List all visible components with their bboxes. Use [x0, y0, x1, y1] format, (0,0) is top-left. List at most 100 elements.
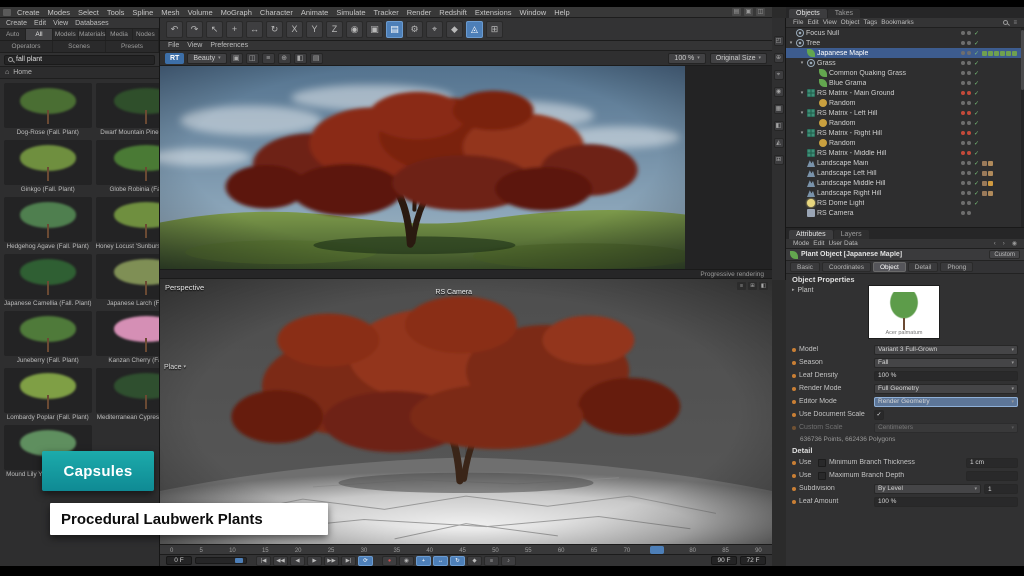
enable-check-icon[interactable]: ✓: [973, 60, 980, 67]
frame-tick[interactable]: 20: [295, 545, 302, 554]
visibility-dots[interactable]: [961, 81, 971, 85]
record-rotation-button[interactable]: ↻: [450, 556, 465, 566]
use-checkbox[interactable]: [818, 472, 826, 480]
asset-item[interactable]: Globe Robinia (Fall. Plant): [95, 139, 160, 194]
asset-tab[interactable]: Media: [106, 29, 132, 40]
object-row[interactable]: Landscape Right Hill ✓: [786, 188, 1024, 198]
asset-item[interactable]: Japanese Camellia (Fall. Plant): [3, 253, 93, 308]
start-frame-field[interactable]: 0 F: [166, 556, 192, 565]
object-row[interactable]: RS Dome Light ✓: [786, 198, 1024, 208]
object-label[interactable]: RS Matrix - Middle Hill: [817, 150, 886, 157]
live-selection-icon[interactable]: ↖: [206, 21, 223, 38]
next-frame-button[interactable]: ▶▶: [324, 556, 339, 566]
rendered-image[interactable]: [160, 66, 685, 269]
object-tags[interactable]: [982, 141, 1022, 146]
expander-icon[interactable]: ▾: [799, 90, 805, 96]
asset-item[interactable]: Ginkgo (Fall. Plant): [3, 139, 93, 194]
pass-dropdown[interactable]: Beauty▾: [187, 53, 226, 64]
visibility-dots[interactable]: [961, 191, 971, 195]
interface-icon[interactable]: ◫: [756, 8, 765, 16]
enable-check-icon[interactable]: ✓: [973, 140, 980, 147]
goto-end-button[interactable]: ▶|: [341, 556, 356, 566]
frame-tick[interactable]: 55: [525, 545, 532, 554]
sound-button[interactable]: ♪: [501, 556, 516, 566]
menu-item[interactable]: Tools: [103, 8, 129, 17]
enable-check-icon[interactable]: ✓: [973, 90, 980, 97]
enable-check-icon[interactable]: ✓: [973, 190, 980, 197]
visibility-dots[interactable]: [961, 161, 971, 165]
object-tags[interactable]: [982, 131, 1022, 136]
snapshot-icon[interactable]: ▣: [230, 53, 243, 64]
menu-item[interactable]: Animate: [297, 8, 333, 17]
object-label[interactable]: Focus Null: [806, 30, 839, 37]
asset-item[interactable]: Japanese Larch (Fall. Plant): [95, 253, 160, 308]
visibility-dots[interactable]: [961, 101, 971, 105]
visibility-dots[interactable]: [961, 91, 971, 95]
asset-subtab[interactable]: Presets: [106, 41, 159, 52]
frame-tick[interactable]: 0: [170, 545, 173, 554]
object-row[interactable]: ▾ Grass ✓: [786, 58, 1024, 68]
object-label[interactable]: Random: [829, 120, 855, 127]
undo-icon[interactable]: ↶: [166, 21, 183, 38]
asset-item[interactable]: Kanzan Cherry (Fall. Plant): [95, 310, 160, 365]
grid-icon[interactable]: ▦: [774, 104, 784, 114]
frame-tick[interactable]: 25: [328, 545, 335, 554]
camera-move-icon[interactable]: ◰: [774, 36, 784, 46]
panel-tab[interactable]: Layers: [834, 230, 869, 239]
display-icon[interactable]: ◭: [774, 138, 784, 148]
attribute-menu-item[interactable]: Mode: [791, 240, 811, 247]
enable-check-icon[interactable]: ✓: [973, 30, 980, 37]
visibility-dots[interactable]: [961, 171, 971, 175]
asset-subtab[interactable]: Operators: [0, 41, 53, 52]
enable-check-icon[interactable]: ✓: [973, 170, 980, 177]
object-label[interactable]: RS Matrix - Right Hill: [817, 130, 882, 137]
frame-tick[interactable]: 60: [558, 545, 565, 554]
enable-check-icon[interactable]: ✓: [973, 50, 980, 57]
menu-item[interactable]: Render: [403, 8, 436, 17]
asset-item[interactable]: Hedgehog Agave (Fall. Plant): [3, 196, 93, 251]
menu-item[interactable]: Volume: [184, 8, 217, 17]
frame-tick[interactable]: 15: [262, 545, 269, 554]
attribute-control[interactable]: Render Geometry▾: [874, 397, 1018, 407]
object-tags[interactable]: [982, 101, 1022, 106]
object-manager-menu-item[interactable]: View: [821, 19, 839, 26]
simulate-icon[interactable]: ◬: [466, 21, 483, 38]
object-tags[interactable]: [982, 111, 1022, 116]
asset-tab[interactable]: All: [26, 29, 52, 40]
attribute-tab[interactable]: Object: [873, 262, 906, 272]
search-icon[interactable]: [1003, 20, 1008, 25]
place-tool-label[interactable]: Place▾: [164, 364, 186, 371]
animation-dot-icon[interactable]: [792, 413, 796, 417]
object-row[interactable]: Blue Grama ✓: [786, 78, 1024, 88]
gpu-icon[interactable]: ▣: [744, 8, 753, 16]
goto-start-button[interactable]: |◀: [256, 556, 271, 566]
enable-check-icon[interactable]: ✓: [973, 130, 980, 137]
frame-tick[interactable]: 90: [755, 545, 762, 554]
attribute-control[interactable]: Fall▾: [874, 358, 1018, 368]
object-label[interactable]: Landscape Main: [817, 160, 868, 167]
object-row[interactable]: Landscape Left Hill ✓: [786, 168, 1024, 178]
frame-tick[interactable]: 85: [722, 545, 729, 554]
object-tags[interactable]: [982, 71, 1022, 76]
menu-item[interactable]: Spline: [128, 8, 157, 17]
loop-button[interactable]: ⟳: [358, 556, 373, 566]
redo-icon[interactable]: ↷: [186, 21, 203, 38]
animation-dot-icon[interactable]: [792, 461, 796, 465]
asset-item[interactable]: Dog-Rose (Fall. Plant): [3, 82, 93, 137]
visibility-dots[interactable]: [961, 181, 971, 185]
viewport-name-label[interactable]: Perspective: [165, 283, 204, 292]
object-row[interactable]: Common Quaking Grass ✓: [786, 68, 1024, 78]
asset-search-input[interactable]: fall plant: [4, 55, 155, 65]
axis-z-button[interactable]: Z: [326, 21, 343, 38]
enable-check-icon[interactable]: ✓: [973, 100, 980, 107]
expander-icon[interactable]: ▾: [788, 40, 794, 46]
move-tool-icon[interactable]: +: [226, 21, 243, 38]
object-label[interactable]: Grass: [817, 60, 836, 67]
menu-item[interactable]: Simulate: [332, 8, 369, 17]
object-label[interactable]: RS Dome Light: [817, 200, 864, 207]
target-icon[interactable]: ⌖: [774, 70, 784, 80]
menu-item[interactable]: MoGraph: [217, 8, 256, 17]
menu-item[interactable]: Character: [256, 8, 297, 17]
region-render-icon[interactable]: ◧: [294, 53, 307, 64]
object-tags[interactable]: [982, 41, 1022, 46]
